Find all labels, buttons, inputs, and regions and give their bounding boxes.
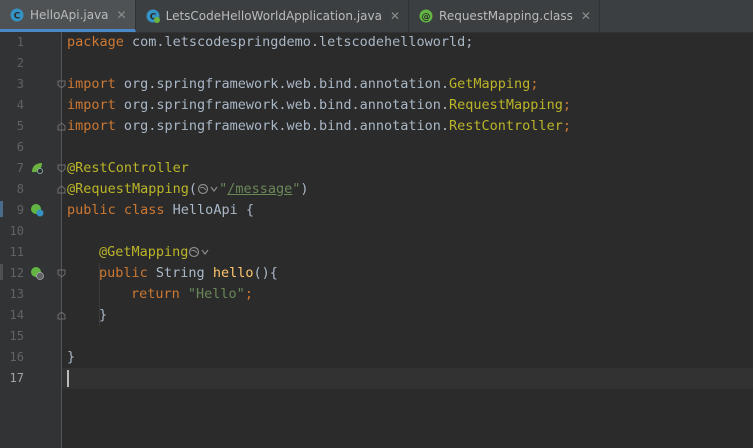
code-line-17 [67,368,69,389]
code-line-16: } [67,349,76,365]
line-number: 15 [9,329,24,343]
line-number: 14 [9,308,24,322]
tab-helloapi-java[interactable]: C HelloApi.java ✕ [0,0,136,32]
code-line-8: @RequestMapping("/message") [67,181,309,197]
code-line-5: import org.springframework.web.bind.anno… [67,118,571,134]
close-icon[interactable]: ✕ [581,9,591,23]
code-line-3: import org.springframework.web.bind.anno… [67,76,539,92]
code-line-7: @RestController [67,160,189,176]
spring-endpoint-icon[interactable] [30,203,44,217]
line-number: 3 [16,77,24,91]
text-caret [67,369,69,387]
change-marker [0,264,3,280]
tab-label: LetsCodeHelloWorldApplication.java [165,9,382,23]
svg-text:C: C [14,11,21,21]
web-url-icon[interactable] [188,246,210,258]
code-line-9: public class HelloApi { [67,202,254,218]
tab-letscodehelloworldapplication-java[interactable]: C LetsCodeHelloWorldApplication.java ✕ [136,0,410,32]
code-line-1: package com.letscodespringdemo.letscodeh… [67,34,474,50]
line-number: 7 [16,161,24,175]
tab-label: HelloApi.java [30,7,109,22]
code-line-13: return "Hello"; [131,286,253,302]
code-line-11: @GetMapping [99,242,210,263]
svg-text:@: @ [422,13,431,23]
code-line-4: import org.springframework.web.bind.anno… [67,97,571,113]
spring-class-icon: C [146,9,160,23]
web-url-icon[interactable] [197,183,219,195]
close-icon[interactable]: ✕ [390,9,400,23]
change-marker [0,201,3,217]
line-number: 11 [9,245,24,259]
line-number: 12 [9,266,24,280]
line-number: 6 [16,140,24,154]
annotation-class-icon: @ [419,9,433,23]
code-line-12: public String hello(){ [99,265,278,281]
line-number: 1 [16,35,24,49]
code-editor[interactable]: package com.letscodespringdemo.letscodeh… [62,32,753,448]
code-line-14: } [99,307,108,323]
line-number: 5 [16,119,24,133]
editor-tab-bar: C HelloApi.java ✕ C LetsCodeHelloWorldAp… [0,0,753,33]
url-link[interactable]: /message [227,181,292,197]
class-icon: C [10,8,24,21]
close-icon[interactable]: ✕ [117,8,127,22]
line-number: 16 [9,350,24,364]
line-number: 10 [9,224,24,238]
spring-bean-icon[interactable] [30,161,44,175]
line-number: 4 [16,98,24,112]
tab-label: RequestMapping.class [439,9,573,23]
line-number: 2 [16,56,24,70]
line-number: 8 [16,182,24,196]
tab-requestmapping-class[interactable]: @ RequestMapping.class ✕ [409,0,600,32]
line-number: 17 [9,371,24,385]
line-number: 9 [16,203,24,217]
spring-endpoint-icon[interactable] [30,266,44,280]
line-number: 13 [9,287,24,301]
